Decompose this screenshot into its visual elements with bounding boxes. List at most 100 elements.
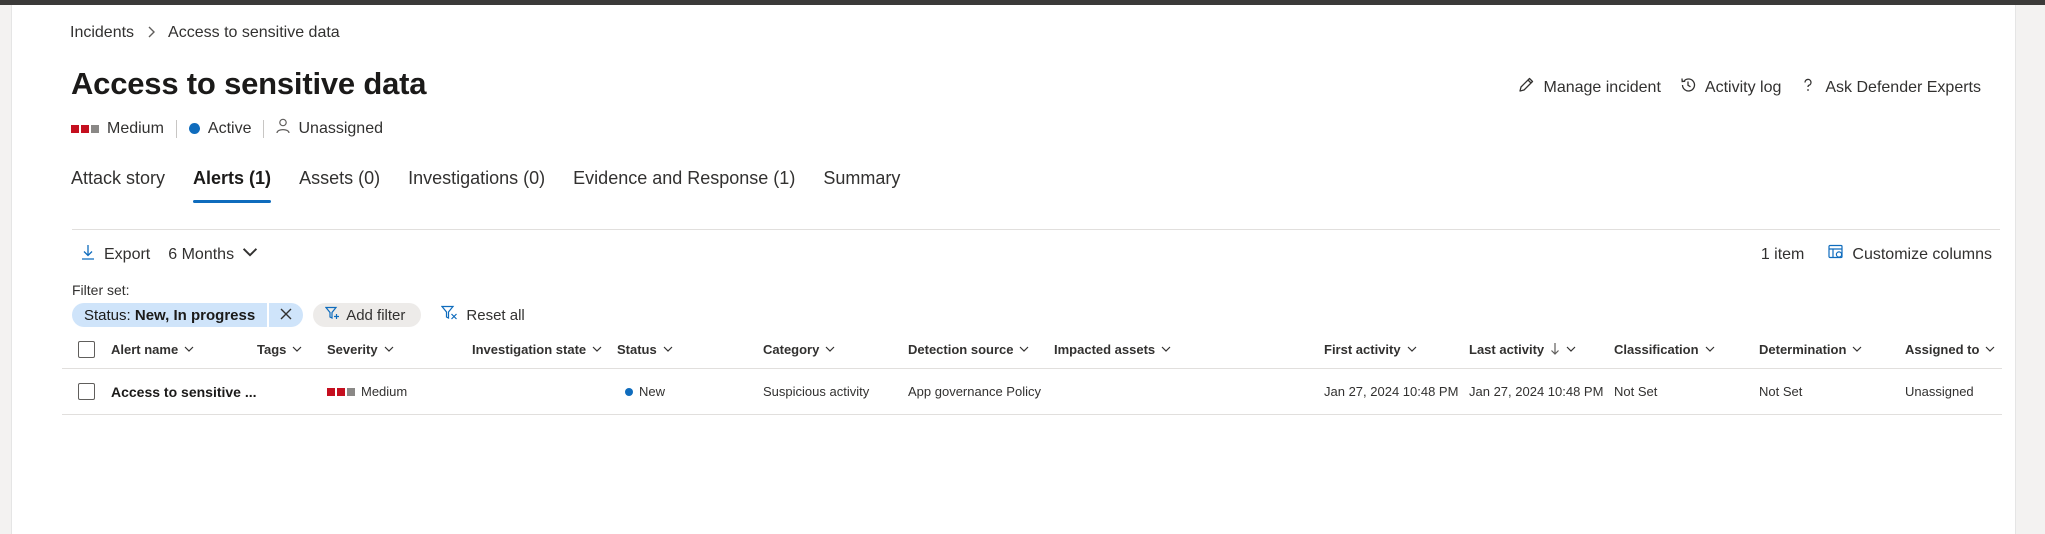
status-dot-icon: [188, 123, 200, 134]
export-label: Export: [104, 245, 151, 263]
add-filter-button[interactable]: Add filter: [313, 303, 422, 327]
cell-determination: Not Set: [1759, 384, 1803, 399]
status-label: New: [639, 384, 666, 399]
column-header-label: Last activity: [1469, 341, 1545, 357]
breadcrumb-current: Access to sensitive data: [168, 24, 340, 41]
tab-investigations[interactable]: Investigations (0): [408, 168, 545, 203]
tab-evidence-and-response[interactable]: Evidence and Response (1): [573, 168, 795, 203]
activity-log-button[interactable]: Activity log: [1679, 76, 1781, 99]
status-filter-chip[interactable]: Status: New, In progress: [72, 303, 304, 327]
chevron-down-icon: [384, 346, 394, 352]
status-filter-chip-label[interactable]: Status: New, In progress: [72, 303, 268, 327]
chevron-down-icon: [1407, 346, 1417, 352]
column-header-label: Investigation state: [472, 341, 587, 357]
pencil-icon: [1517, 76, 1535, 99]
column-header-label: Alert name: [111, 341, 179, 357]
toolbar-right: 1 item Customize columns: [1761, 244, 1992, 265]
column-header-first-activity[interactable]: First activity: [1324, 330, 1417, 368]
activity-log-label: Activity log: [1704, 78, 1782, 96]
breadcrumb: Incidents Access to sensitive data: [70, 24, 340, 42]
cell-detection-source: App governance Policy: [908, 384, 1041, 399]
tab-alerts[interactable]: Alerts (1): [193, 168, 272, 203]
cell-category: Suspicious activity: [763, 384, 870, 399]
left-edge: [0, 5, 12, 534]
select-all-checkbox[interactable]: [78, 340, 95, 358]
table-row[interactable]: Access to sensitive ... Medium New Suspi…: [62, 369, 2002, 415]
chevron-down-icon: [592, 346, 602, 352]
ask-defender-experts-button[interactable]: Ask Defender Experts: [1799, 76, 1981, 99]
question-icon: [1799, 76, 1817, 99]
tab-attack-story[interactable]: Attack story: [71, 168, 165, 203]
tab-assets[interactable]: Assets (0): [299, 168, 380, 203]
alert-name-link[interactable]: Access to sensitive ...: [111, 384, 257, 400]
time-range-dropdown[interactable]: 6 Months: [168, 244, 258, 265]
severity-label: Medium: [361, 384, 408, 399]
reset-all-label: Reset all: [466, 306, 525, 324]
column-header-severity[interactable]: Severity: [327, 330, 394, 368]
filter-clear-icon: [441, 305, 458, 325]
cell-assigned-to: Unassigned: [1905, 384, 1974, 399]
cell-alert-name[interactable]: Access to sensitive ...: [111, 369, 257, 414]
status-label: Active: [207, 119, 252, 137]
chevron-down-icon: [184, 346, 194, 352]
filter-key: Status:: [84, 306, 131, 324]
chevron-down-icon: [1566, 346, 1576, 352]
column-header-label: Severity: [327, 341, 378, 357]
divider: [263, 119, 265, 138]
breadcrumb-incidents[interactable]: Incidents: [70, 24, 134, 42]
column-header-status[interactable]: Status: [617, 330, 673, 368]
column-header-impacted-assets[interactable]: Impacted assets: [1054, 330, 1171, 368]
cell-last-activity: Jan 27, 2024 10:48 PM: [1469, 384, 1604, 399]
column-header-determination[interactable]: Determination: [1759, 330, 1862, 368]
column-header-last-activity[interactable]: Last activity: [1469, 330, 1576, 368]
column-header-label: First activity: [1324, 341, 1401, 357]
alerts-table: Alert name Tags Severity Investigation s…: [62, 330, 2002, 415]
column-header-detection-source[interactable]: Detection source: [908, 330, 1029, 368]
add-filter-label: Add filter: [346, 306, 406, 324]
chevron-right-icon: [146, 25, 156, 41]
cell-status: New: [617, 369, 665, 414]
cell-classification: Not Set: [1614, 384, 1658, 399]
chevron-down-icon: [242, 244, 258, 265]
status-indicator: Active: [188, 119, 264, 138]
column-header-assigned-to[interactable]: Assigned to: [1905, 330, 1995, 368]
filter-bar: Status: New, In progress Add filter Rese…: [72, 303, 525, 327]
alerts-toolbar: Export 6 Months: [80, 244, 258, 265]
column-header-investigation-state[interactable]: Investigation state: [472, 330, 602, 368]
assignee-label: Unassigned: [298, 119, 383, 137]
remove-filter-button[interactable]: [267, 303, 304, 327]
status-dot-icon: [625, 387, 633, 396]
divider: [72, 229, 2000, 230]
column-header-classification[interactable]: Classification: [1614, 330, 1715, 368]
filter-set-label: Filter set:: [72, 282, 130, 298]
column-header-label: Determination: [1759, 341, 1847, 357]
severity-square: [71, 124, 79, 133]
filter-value: New, In progress: [134, 306, 256, 324]
customize-columns-button[interactable]: Customize columns: [1828, 244, 1992, 265]
tab-summary[interactable]: Summary: [823, 168, 900, 203]
row-select-checkbox[interactable]: [78, 383, 95, 400]
column-header-category[interactable]: Category: [763, 330, 835, 368]
severity-label: Medium: [107, 119, 164, 137]
reset-all-button[interactable]: Reset all: [431, 305, 525, 325]
severity-indicator: Medium: [71, 120, 176, 138]
divider: [175, 119, 177, 138]
chevron-down-icon: [1705, 346, 1714, 352]
time-range-label: 6 Months: [168, 245, 235, 263]
column-header-label: Category: [763, 341, 820, 357]
column-header-label: Assigned to: [1905, 341, 1980, 357]
column-header-alert-name[interactable]: Alert name: [111, 330, 194, 368]
table-settings-icon: [1828, 244, 1844, 265]
severity-square: [91, 124, 99, 133]
incident-tabs: Attack story Alerts (1) Assets (0) Inves…: [71, 168, 900, 203]
chevron-down-icon: [292, 346, 302, 352]
chevron-down-icon: [1161, 346, 1171, 352]
column-header-label: Tags: [257, 341, 287, 357]
severity-square: [347, 387, 355, 396]
column-header-label: Detection source: [908, 341, 1014, 357]
column-header-tags[interactable]: Tags: [257, 330, 302, 368]
chevron-down-icon: [1020, 346, 1029, 352]
arrow-down-icon: [1551, 343, 1560, 355]
manage-incident-button[interactable]: Manage incident: [1517, 76, 1661, 99]
export-button[interactable]: Export: [80, 244, 150, 265]
